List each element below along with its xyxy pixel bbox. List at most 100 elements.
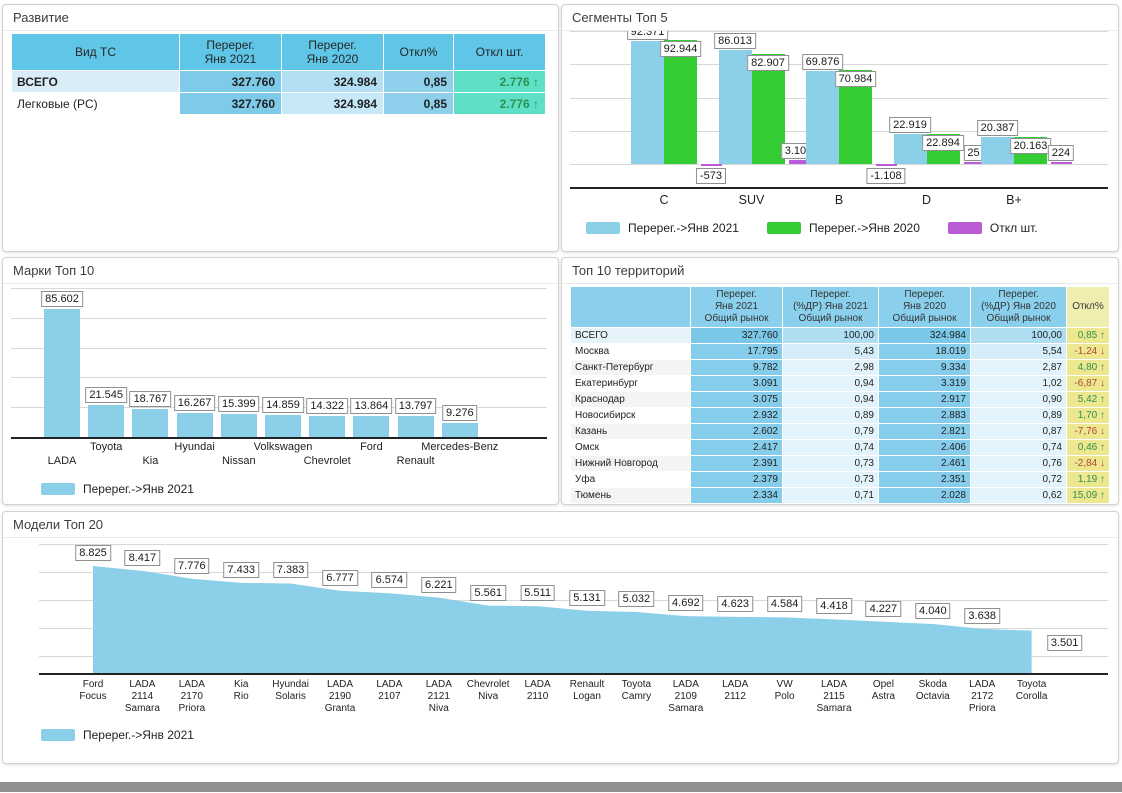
brands-bar-reg-2021[interactable] bbox=[220, 414, 257, 437]
territory-share-2020-cell[interactable]: 0,87 bbox=[970, 423, 1067, 440]
territory-reg-2021-cell[interactable]: 2.334 bbox=[690, 487, 783, 504]
territory-share-2021-cell[interactable]: 0,94 bbox=[782, 375, 879, 392]
territory-table-row[interactable]: Тюмень 2.334 0,71 2.028 0,62 15,09 ↑ bbox=[570, 487, 1110, 504]
territory-reg-2021-cell[interactable]: 3.075 bbox=[690, 391, 783, 408]
dev-cell-reg-2020[interactable]: 324.984 bbox=[281, 92, 384, 115]
territory-dev-pct-cell[interactable]: -1,24 ↓ bbox=[1066, 343, 1110, 360]
territory-dev-pct-cell[interactable]: -2,84 ↓ bbox=[1066, 455, 1110, 472]
territory-reg-2020-cell[interactable]: 2.028 bbox=[878, 487, 971, 504]
territory-name-cell[interactable]: Санкт-Петербург bbox=[570, 359, 691, 376]
horizontal-scrollbar[interactable] bbox=[0, 782, 1122, 792]
territory-share-2021-cell[interactable]: 5,43 bbox=[782, 343, 879, 360]
territory-share-2021-cell[interactable]: 0,94 bbox=[782, 391, 879, 408]
territory-share-2020-cell[interactable]: 0,76 bbox=[970, 455, 1067, 472]
territory-dev-pct-cell[interactable]: -6,87 ↓ bbox=[1066, 375, 1110, 392]
territory-share-2021-cell[interactable]: 0,89 bbox=[782, 407, 879, 424]
territory-reg-2020-cell[interactable]: 2.351 bbox=[878, 471, 971, 488]
territory-reg-2020-cell[interactable]: 2.461 bbox=[878, 455, 971, 472]
dev-cell-reg-2021[interactable]: 327.760 bbox=[179, 70, 282, 93]
territory-reg-2020-cell[interactable]: 324.984 bbox=[878, 327, 971, 344]
dev-column-header[interactable]: Откл шт. bbox=[453, 33, 546, 71]
territory-share-2020-cell[interactable]: 2,87 bbox=[970, 359, 1067, 376]
territory-column-header[interactable]: Откл% bbox=[1066, 286, 1110, 328]
dev-cell-reg-2021[interactable]: 327.760 bbox=[179, 92, 282, 115]
territory-name-cell[interactable]: Краснодар bbox=[570, 391, 691, 408]
territory-share-2020-cell[interactable]: 0,72 bbox=[970, 471, 1067, 488]
territory-share-2020-cell[interactable]: 1,02 bbox=[970, 375, 1067, 392]
territory-table-row[interactable]: Омск 2.417 0,74 2.406 0,74 0,46 ↑ bbox=[570, 439, 1110, 456]
territory-column-header[interactable]: Перерег. Янв 2021 Общий рынок bbox=[690, 286, 783, 328]
territory-dev-pct-cell[interactable]: 1,19 ↑ bbox=[1066, 471, 1110, 488]
segments-bar-deviation[interactable] bbox=[701, 164, 722, 166]
territory-share-2021-cell[interactable]: 0,73 bbox=[782, 455, 879, 472]
territory-dev-pct-cell[interactable]: 0,46 ↑ bbox=[1066, 439, 1110, 456]
territory-column-header[interactable]: Перерег. (%ДР) Янв 2021 Общий рынок bbox=[782, 286, 879, 328]
territory-reg-2021-cell[interactable]: 3.091 bbox=[690, 375, 783, 392]
territory-dev-pct-cell[interactable]: 1,70 ↑ bbox=[1066, 407, 1110, 424]
territory-table-row[interactable]: Нижний Новгород 2.391 0,73 2.461 0,76 -2,84 ↓ bbox=[570, 455, 1110, 472]
dev-column-header[interactable]: Откл% bbox=[383, 33, 454, 71]
brands-bar-reg-2021[interactable] bbox=[441, 423, 478, 437]
territory-name-cell[interactable]: Нижний Новгород bbox=[570, 455, 691, 472]
territory-dev-pct-cell[interactable]: 4,80 ↑ bbox=[1066, 359, 1110, 376]
territory-name-cell[interactable]: Екатеринбург bbox=[570, 375, 691, 392]
territory-reg-2021-cell[interactable]: 327.760 bbox=[690, 327, 783, 344]
brands-bar-reg-2021[interactable] bbox=[132, 409, 169, 437]
territory-reg-2020-cell[interactable]: 2.406 bbox=[878, 439, 971, 456]
brands-bar-reg-2021[interactable] bbox=[176, 412, 213, 437]
dev-cell-dev-units[interactable]: 2.776 ↑ bbox=[453, 70, 546, 93]
territory-name-cell[interactable]: Москва bbox=[570, 343, 691, 360]
territory-table-row[interactable]: Уфа 2.379 0,73 2.351 0,72 1,19 ↑ bbox=[570, 471, 1110, 488]
dev-cell-dev-pct[interactable]: 0,85 bbox=[383, 92, 454, 115]
territory-column-header[interactable]: Перерег. (%ДР) Янв 2020 Общий рынок bbox=[970, 286, 1067, 328]
territory-reg-2020-cell[interactable]: 3.319 bbox=[878, 375, 971, 392]
territory-name-cell[interactable]: Уфа bbox=[570, 471, 691, 488]
territory-reg-2021-cell[interactable]: 2.379 bbox=[690, 471, 783, 488]
brands-bar-reg-2021[interactable] bbox=[265, 414, 301, 437]
territory-reg-2020-cell[interactable]: 2.821 bbox=[878, 423, 971, 440]
dev-cell-reg-2020[interactable]: 324.984 bbox=[281, 70, 384, 93]
territory-dev-pct-cell[interactable]: -7,76 ↓ bbox=[1066, 423, 1110, 440]
territory-reg-2020-cell[interactable]: 2.917 bbox=[878, 391, 971, 408]
territory-reg-2020-cell[interactable]: 2.883 bbox=[878, 407, 971, 424]
territory-share-2020-cell[interactable]: 0,74 bbox=[970, 439, 1067, 456]
dev-column-header[interactable]: Вид ТС bbox=[11, 33, 180, 71]
territory-reg-2020-cell[interactable]: 18.019 bbox=[878, 343, 971, 360]
territory-share-2021-cell[interactable]: 2,98 bbox=[782, 359, 879, 376]
territory-reg-2021-cell[interactable]: 2.602 bbox=[690, 423, 783, 440]
territory-reg-2020-cell[interactable]: 9.334 bbox=[878, 359, 971, 376]
territory-table-row[interactable]: ВСЕГО 327.760 100,00 324.984 100,00 0,85 ↑ bbox=[570, 327, 1110, 344]
brands-bar-reg-2021[interactable] bbox=[309, 415, 346, 437]
territory-name-cell[interactable]: Омск bbox=[570, 439, 691, 456]
brands-bar-reg-2021[interactable] bbox=[88, 404, 125, 437]
territory-reg-2021-cell[interactable]: 2.932 bbox=[690, 407, 783, 424]
territory-table-row[interactable]: Новосибирск 2.932 0,89 2.883 0,89 1,70 ↑ bbox=[570, 407, 1110, 424]
territory-share-2021-cell[interactable]: 0,74 bbox=[782, 439, 879, 456]
territory-table-row[interactable]: Екатеринбург 3.091 0,94 3.319 1,02 -6,87 ↓ bbox=[570, 375, 1110, 392]
territory-table-row[interactable]: Санкт-Петербург 9.782 2,98 9.334 2,87 4,80 ↑ bbox=[570, 359, 1110, 376]
segments-bar-reg-2021[interactable] bbox=[631, 41, 664, 164]
dev-column-header[interactable]: Перерег. Янв 2021 bbox=[179, 33, 282, 71]
brands-bar-reg-2021[interactable] bbox=[44, 309, 80, 437]
segments-bar-deviation[interactable] bbox=[1051, 162, 1072, 164]
territory-share-2020-cell[interactable]: 0,89 bbox=[970, 407, 1067, 424]
territory-name-cell[interactable]: Новосибирск bbox=[570, 407, 691, 424]
dev-table-row[interactable]: ВСЕГО 327.760 324.984 0,85 2.776 ↑ bbox=[11, 70, 546, 93]
territory-reg-2021-cell[interactable]: 2.417 bbox=[690, 439, 783, 456]
territory-table-row[interactable]: Москва 17.795 5,43 18.019 5,54 -1,24 ↓ bbox=[570, 343, 1110, 360]
territory-share-2020-cell[interactable]: 100,00 bbox=[970, 327, 1067, 344]
dev-table-row[interactable]: Легковые (PC) 327.760 324.984 0,85 2.776 ↑ bbox=[11, 92, 546, 115]
segments-bar-deviation[interactable] bbox=[876, 164, 897, 166]
territory-share-2021-cell[interactable]: 0,73 bbox=[782, 471, 879, 488]
territory-share-2021-cell[interactable]: 0,79 bbox=[782, 423, 879, 440]
dev-cell-vehicle-type[interactable]: ВСЕГО bbox=[11, 70, 180, 93]
territory-name-cell[interactable]: Тюмень bbox=[570, 487, 691, 504]
territory-name-cell[interactable]: Казань bbox=[570, 423, 691, 440]
territory-name-cell[interactable]: ВСЕГО bbox=[570, 327, 691, 344]
territory-table-row[interactable]: Казань 2.602 0,79 2.821 0,87 -7,76 ↓ bbox=[570, 423, 1110, 440]
dev-column-header[interactable]: Перерег. Янв 2020 bbox=[281, 33, 384, 71]
territory-reg-2021-cell[interactable]: 9.782 bbox=[690, 359, 783, 376]
territory-reg-2021-cell[interactable]: 2.391 bbox=[690, 455, 783, 472]
area-series-reg-2021[interactable] bbox=[93, 566, 1032, 673]
segments-bar-reg-2020[interactable] bbox=[664, 40, 697, 164]
